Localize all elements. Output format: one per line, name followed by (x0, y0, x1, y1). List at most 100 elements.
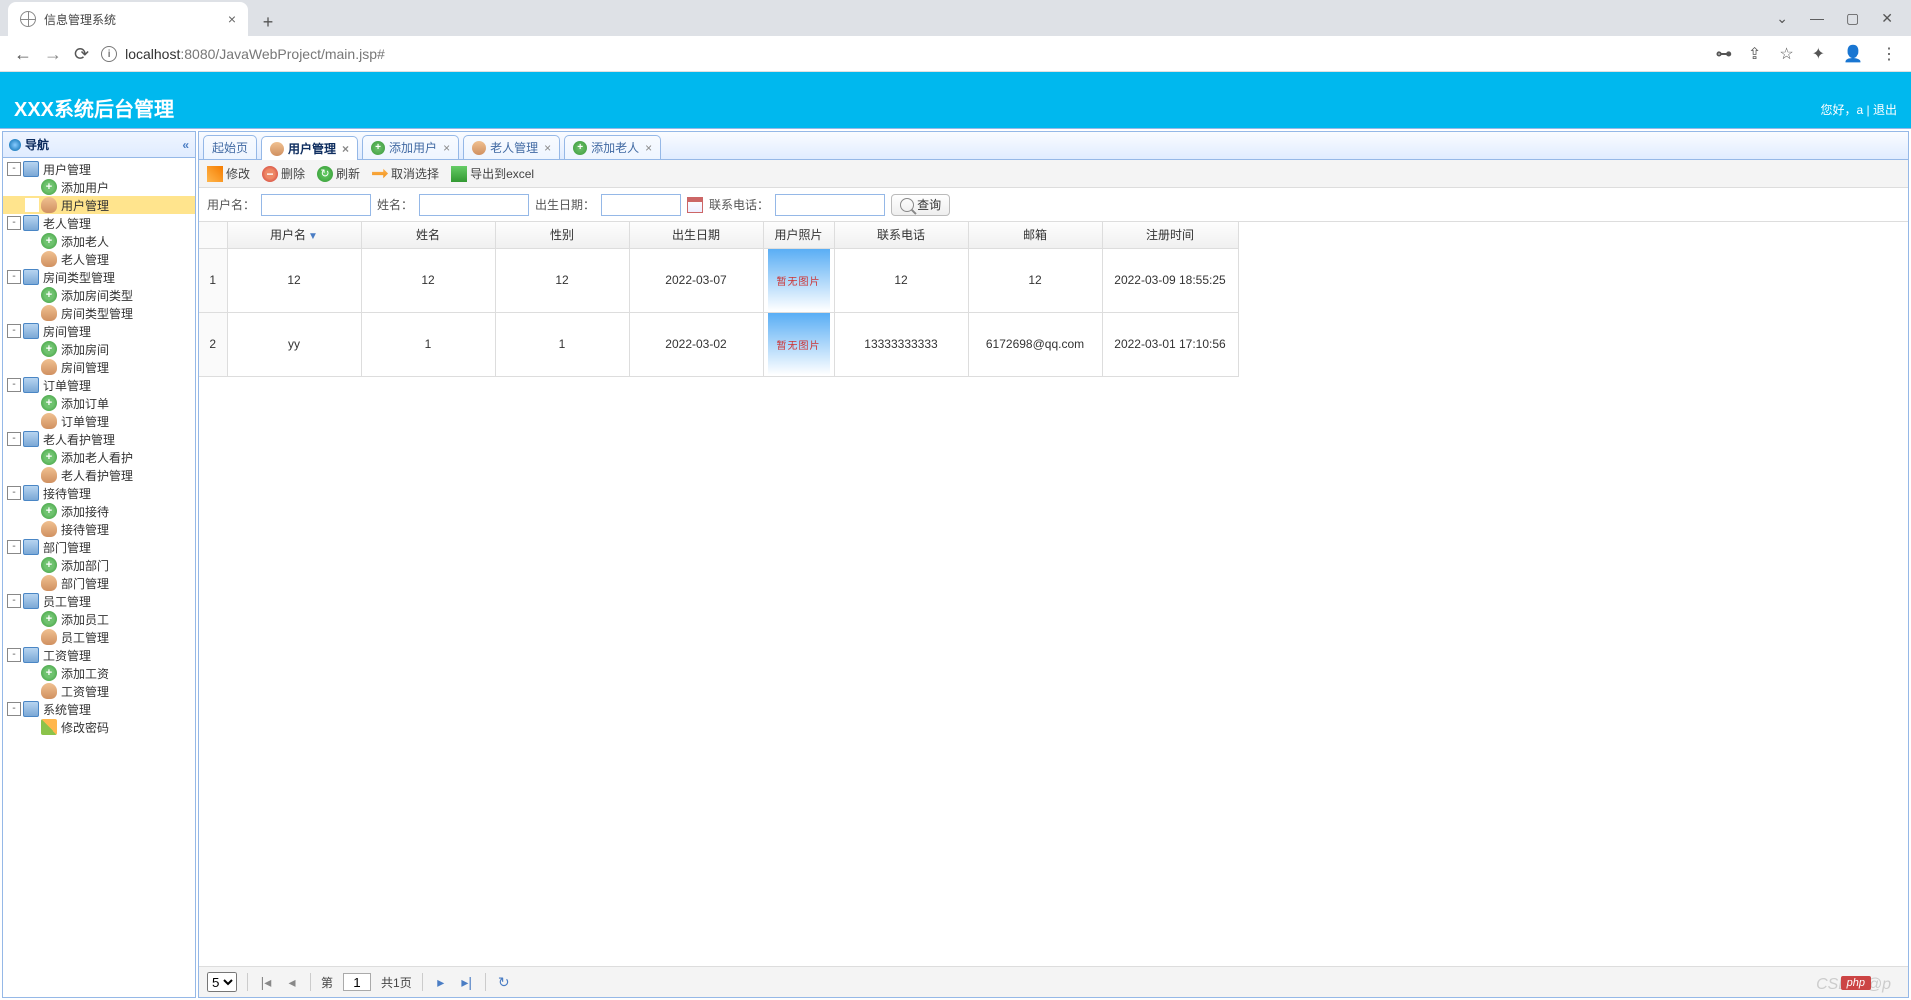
content-tab[interactable]: 老人管理× (463, 135, 560, 159)
close-tab-icon[interactable]: × (645, 141, 652, 155)
toolbar-button[interactable]: 导出到excel (451, 165, 534, 182)
toolbar-button[interactable]: 修改 (207, 165, 250, 182)
logout-link[interactable]: 退出 (1873, 103, 1897, 117)
content-tab[interactable]: 用户管理× (261, 136, 358, 160)
tree-node[interactable]: 添加房间 (3, 340, 195, 358)
tree-node[interactable]: -接待管理 (3, 484, 195, 502)
tree-node[interactable]: 添加老人看护 (3, 448, 195, 466)
tree-node-label: 添加老人 (61, 233, 109, 250)
tree-node[interactable]: 老人管理 (3, 250, 195, 268)
close-tab-icon[interactable]: × (443, 141, 450, 155)
close-window-icon[interactable]: ✕ (1881, 10, 1893, 27)
tree-node[interactable]: 添加用户 (3, 178, 195, 196)
tree-node[interactable]: -房间管理 (3, 322, 195, 340)
tree-node[interactable]: 添加接待 (3, 502, 195, 520)
toolbar-button[interactable]: 取消选择 (372, 165, 439, 182)
tree-node[interactable]: 订单管理 (3, 412, 195, 430)
content-tab[interactable]: 添加用户× (362, 135, 459, 159)
content-tab[interactable]: 添加老人× (564, 135, 661, 159)
tree-node[interactable]: -用户管理 (3, 160, 195, 178)
share-icon[interactable]: ⇪ (1748, 44, 1761, 64)
next-page-button[interactable]: ▸ (433, 974, 449, 991)
forward-button[interactable]: → (44, 44, 62, 65)
column-header[interactable]: 性别 (495, 222, 629, 248)
tree-node-label: 老人看护管理 (43, 431, 115, 448)
tree-node[interactable]: 接待管理 (3, 520, 195, 538)
page-size-select[interactable]: 5 (207, 972, 237, 992)
chevron-down-icon[interactable]: ⌄ (1776, 10, 1788, 27)
column-header[interactable]: 邮箱 (968, 222, 1102, 248)
last-page-button[interactable]: ▸| (459, 974, 475, 991)
tree-node[interactable]: 部门管理 (3, 574, 195, 592)
tree-node[interactable]: -部门管理 (3, 538, 195, 556)
tree-node[interactable]: 老人看护管理 (3, 466, 195, 484)
reload-button[interactable]: ⟳ (74, 44, 89, 65)
menu-dots-icon[interactable]: ⋮ (1881, 44, 1897, 64)
tree-node[interactable]: -房间类型管理 (3, 268, 195, 286)
tree-node[interactable]: 添加房间类型 (3, 286, 195, 304)
tree-node-label: 房间管理 (61, 359, 109, 376)
back-button[interactable]: ← (14, 44, 32, 65)
input-phone[interactable] (775, 194, 885, 216)
toolbar-button[interactable]: 刷新 (317, 165, 360, 182)
tree-node-label: 用户管理 (61, 197, 109, 214)
tree-node[interactable]: -老人看护管理 (3, 430, 195, 448)
pen-icon (41, 719, 57, 735)
password-key-icon[interactable]: ⊶ (1716, 44, 1730, 64)
input-username[interactable] (261, 194, 371, 216)
table-row[interactable]: 11212122022-03-07暂无图片12122022-03-09 18:5… (199, 248, 1238, 312)
column-header[interactable]: 注册时间 (1102, 222, 1238, 248)
profile-avatar-icon[interactable]: 👤 (1843, 44, 1863, 64)
first-page-button[interactable]: |◂ (258, 974, 274, 991)
browser-tab[interactable]: 信息管理系统 × (8, 2, 248, 36)
column-header[interactable]: 出生日期 (629, 222, 763, 248)
search-button[interactable]: 查询 (891, 194, 950, 216)
column-header[interactable]: 用户名▼ (227, 222, 361, 248)
site-info-icon[interactable]: i (101, 46, 117, 62)
tree-node[interactable]: -订单管理 (3, 376, 195, 394)
tree-node[interactable]: 添加老人 (3, 232, 195, 250)
globe-icon (9, 139, 21, 151)
tree-node[interactable]: 添加工资 (3, 664, 195, 682)
calendar-icon[interactable] (687, 197, 703, 213)
prev-page-button[interactable]: ◂ (284, 974, 300, 991)
column-header[interactable]: 联系电话 (834, 222, 968, 248)
close-tab-icon[interactable]: × (544, 141, 551, 155)
tree-node[interactable]: 工资管理 (3, 682, 195, 700)
bookmark-star-icon[interactable]: ☆ (1779, 44, 1793, 64)
page-number-input[interactable] (343, 973, 371, 991)
extensions-puzzle-icon[interactable]: ✦ (1812, 44, 1825, 64)
column-header[interactable]: 姓名 (361, 222, 495, 248)
tree-node[interactable]: 添加部门 (3, 556, 195, 574)
toolbar-button[interactable]: 删除 (262, 165, 305, 182)
tree-node[interactable]: 添加员工 (3, 610, 195, 628)
window-controls: ⌄ ― ▢ ✕ (1776, 0, 1911, 36)
tree-node[interactable]: -工资管理 (3, 646, 195, 664)
url-region[interactable]: i localhost:8080/JavaWebProject/main.jsp… (101, 46, 1704, 62)
input-birthdate[interactable] (601, 194, 681, 216)
pager: 5 |◂ ◂ 第 共1页 ▸ ▸| ↻ (199, 967, 1908, 997)
close-tab-icon[interactable]: × (228, 11, 236, 27)
close-tab-icon[interactable]: × (342, 142, 349, 156)
tree-node[interactable]: 房间管理 (3, 358, 195, 376)
table-cell: 2022-03-02 (629, 312, 763, 376)
plus-icon (371, 141, 385, 155)
tree-node[interactable]: 用户管理 (3, 196, 195, 214)
new-tab-button[interactable]: + (254, 8, 282, 36)
tree-node[interactable]: 房间类型管理 (3, 304, 195, 322)
plus-icon (41, 503, 57, 519)
refresh-pager-button[interactable]: ↻ (496, 974, 512, 991)
table-row[interactable]: 2yy112022-03-02暂无图片133333333336172698@qq… (199, 312, 1238, 376)
tree-node[interactable]: 员工管理 (3, 628, 195, 646)
column-header[interactable]: 用户照片 (763, 222, 834, 248)
tree-node[interactable]: 添加订单 (3, 394, 195, 412)
maximize-icon[interactable]: ▢ (1846, 10, 1859, 27)
tree-node[interactable]: 修改密码 (3, 718, 195, 736)
collapse-icon[interactable]: « (182, 138, 189, 152)
tree-node[interactable]: -系统管理 (3, 700, 195, 718)
content-tab[interactable]: 起始页 (203, 135, 257, 159)
tree-node[interactable]: -员工管理 (3, 592, 195, 610)
minimize-icon[interactable]: ― (1810, 10, 1824, 26)
input-realname[interactable] (419, 194, 529, 216)
tree-node[interactable]: -老人管理 (3, 214, 195, 232)
